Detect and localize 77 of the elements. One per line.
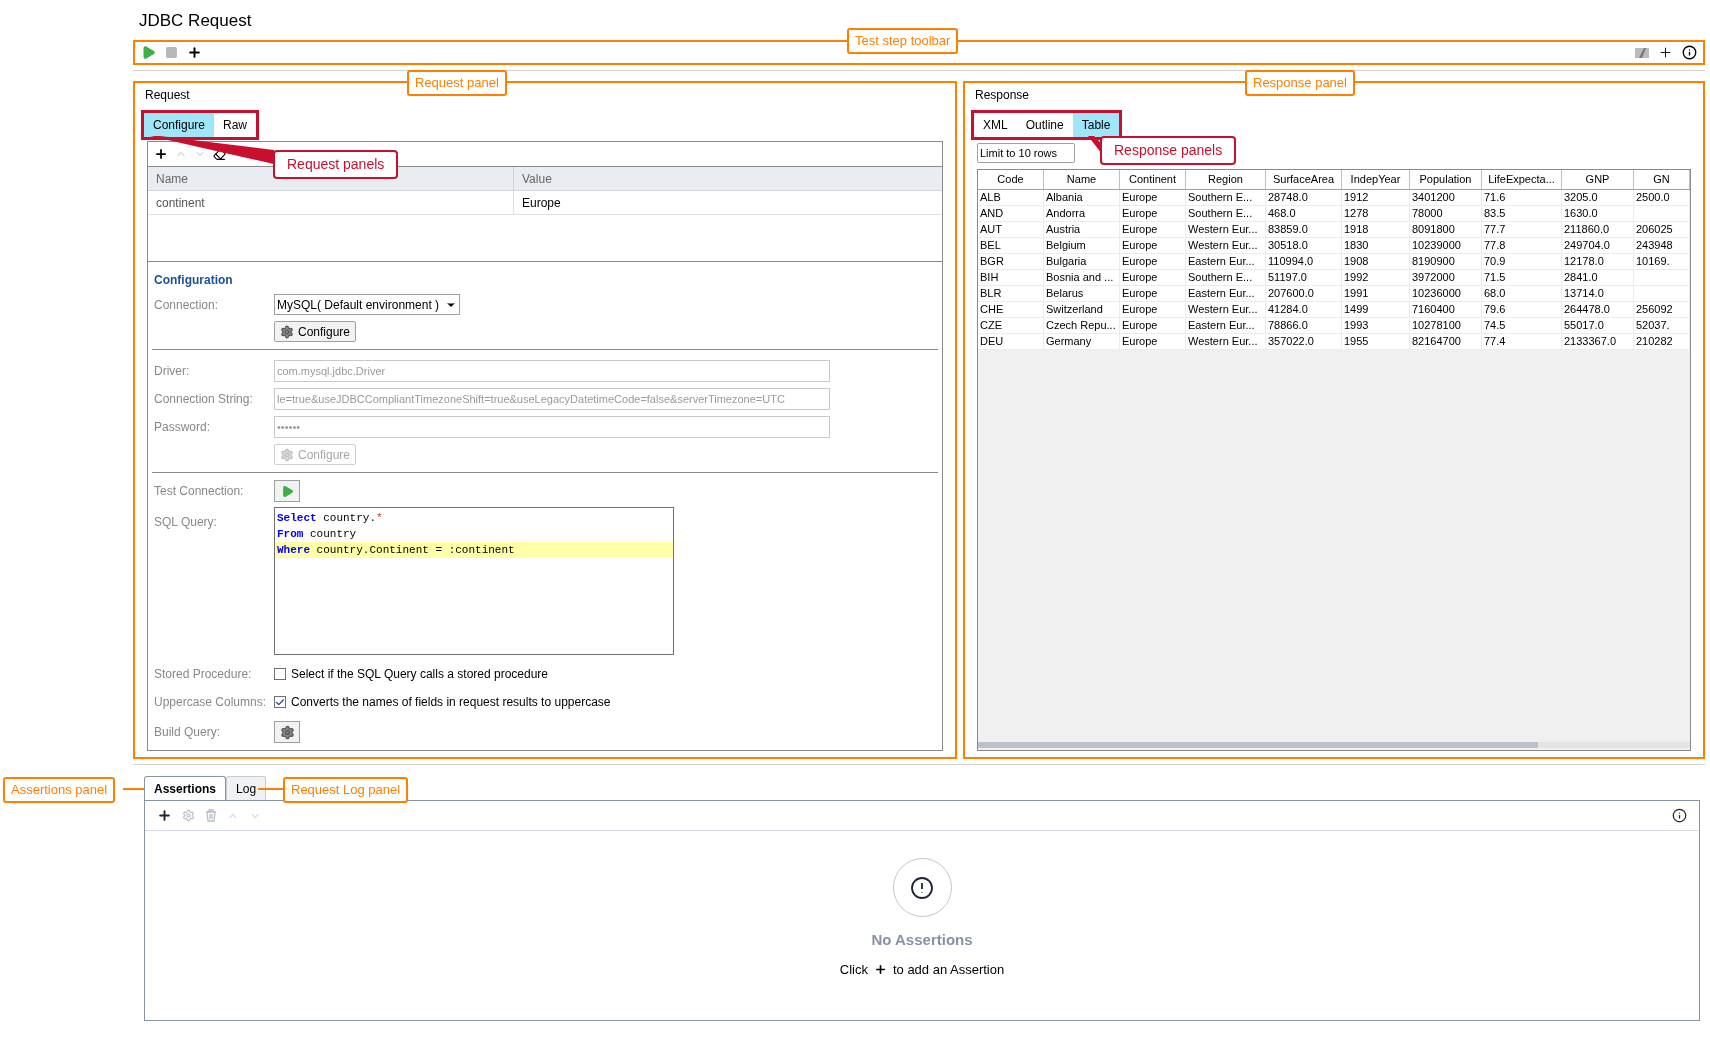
field-label: Driver: — [154, 363, 191, 380]
field-label: Stored Procedure: — [154, 666, 253, 683]
annotation-label: Response panels — [1100, 136, 1237, 165]
table-cell-text: Europe — [521, 194, 562, 212]
add-icon — [873, 962, 887, 976]
hint-text: Click — [839, 960, 868, 979]
limit-select[interactable]: Limit to 10 rows — [977, 143, 1075, 163]
section-heading: Configuration — [154, 272, 234, 289]
add-icon[interactable] — [1658, 45, 1673, 60]
panel-heading: Request — [145, 87, 191, 104]
panel-heading: Response — [975, 87, 1031, 104]
field-label: Password: — [154, 419, 212, 436]
column-header: LifeExpecta... — [1482, 170, 1562, 189]
table-cell: 210282 — [1634, 334, 1690, 350]
empty-state-title: No Assertions — [871, 930, 973, 950]
table-cell: 82164700 — [1410, 334, 1482, 350]
add-icon[interactable] — [187, 45, 202, 60]
column-header: GN — [1634, 170, 1690, 189]
table-cell: 77.4 — [1482, 334, 1562, 350]
checkbox[interactable] — [274, 696, 286, 708]
tag-icon[interactable] — [1635, 46, 1649, 59]
annotation-label: Request panel — [407, 70, 507, 96]
field-label: Build Query: — [154, 724, 222, 741]
code-line: From country — [276, 527, 358, 542]
table-cell: 357022.0 — [1266, 334, 1342, 350]
table-cell: Western Eur... — [1186, 334, 1266, 350]
table-cell: Europe — [1120, 334, 1186, 350]
configure-button[interactable]: Configure — [274, 321, 357, 342]
leader-line — [258, 788, 283, 790]
tab[interactable]: Table — [1072, 113, 1120, 137]
annotation-label: Request Log panel — [283, 777, 409, 803]
page-title: JDBC Request — [139, 10, 252, 33]
annotation-label: Response panel — [1245, 70, 1355, 96]
add-icon[interactable] — [154, 147, 168, 161]
code-line: Select country.* — [276, 511, 384, 526]
build-query-button[interactable] — [274, 721, 300, 743]
table-cell: Germany — [1044, 334, 1120, 350]
field-label: Connection String: — [154, 391, 254, 408]
table-cell: DEU — [978, 334, 1044, 350]
column-header: IndepYear — [1342, 170, 1410, 189]
tab[interactable]: Assertions — [144, 776, 227, 800]
field-label: Uppercase Columns: — [154, 694, 268, 711]
column-header: Continent — [1120, 170, 1186, 189]
field-label: Test Connection: — [154, 483, 245, 500]
play-icon — [280, 484, 294, 498]
gear-icon — [280, 447, 294, 462]
hint-text: to add an Assertion — [892, 960, 1005, 979]
column-header: Population — [1410, 170, 1482, 189]
column-header: Value — [521, 170, 553, 188]
annotation-label: Test step toolbar — [847, 28, 959, 54]
tab[interactable]: Configure — [144, 113, 215, 137]
add-icon[interactable] — [157, 808, 172, 823]
table-cell: 2133367.0 — [1562, 334, 1634, 350]
column-header: Region — [1186, 170, 1266, 189]
checkbox-label: Converts the names of fields in request results to uppercase — [291, 694, 611, 711]
column-header: GNP — [1562, 170, 1634, 189]
run-button[interactable] — [274, 480, 300, 502]
checkbox[interactable] — [274, 668, 286, 680]
column-header: Code — [978, 170, 1044, 189]
leader-line — [123, 788, 144, 790]
play-icon[interactable] — [141, 45, 156, 60]
table-cell: continent — [148, 191, 514, 214]
connection-select[interactable]: MySQL( Default environment ) — [274, 294, 461, 315]
info-icon[interactable] — [1682, 45, 1697, 60]
gear-icon — [279, 724, 295, 740]
sql-editor[interactable]: Select country.* From country Where country.Continent = :continent — [274, 507, 674, 655]
table-cell: 1955 — [1342, 334, 1410, 350]
gear-icon — [280, 324, 294, 339]
tab[interactable]: Log — [226, 776, 267, 800]
checkbox-label: Select if the SQL Query calls a stored procedure — [291, 666, 548, 683]
info-icon[interactable] — [1672, 808, 1687, 823]
scrollbar[interactable] — [978, 742, 1690, 748]
field-label: Connection: — [154, 296, 220, 314]
column-header: SurfaceArea — [1266, 170, 1342, 189]
field-label: SQL Query: — [154, 514, 218, 531]
column-header: Name — [1044, 170, 1120, 189]
annotation-label: Assertions panel — [3, 777, 116, 803]
